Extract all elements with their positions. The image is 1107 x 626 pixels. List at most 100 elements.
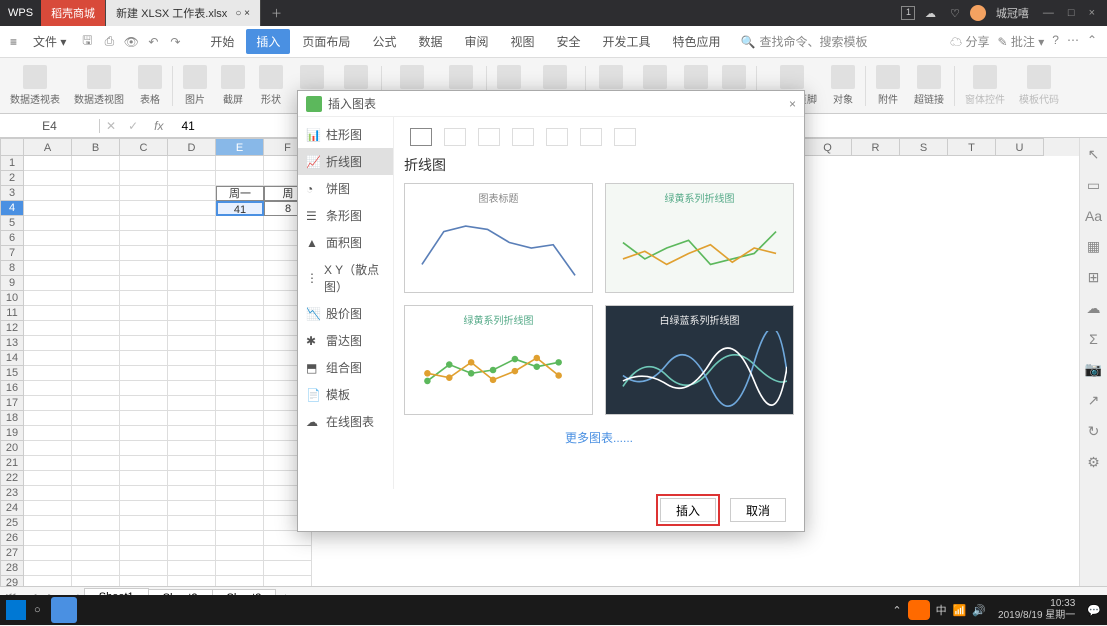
col-header-a[interactable]: A: [24, 138, 72, 156]
share-button[interactable]: ☁ 分享: [950, 33, 989, 50]
col-header-e[interactable]: E: [216, 138, 264, 156]
table-icon[interactable]: ▦: [1087, 238, 1100, 255]
tab-insert[interactable]: 插入: [246, 29, 290, 54]
notification-badge[interactable]: 1: [901, 6, 915, 20]
subtype-2[interactable]: [444, 128, 466, 146]
type-combo[interactable]: ⬒组合图: [298, 354, 393, 381]
add-tab-button[interactable]: ＋: [261, 5, 292, 21]
tab-page-layout[interactable]: 页面布局: [292, 29, 360, 54]
tab-view[interactable]: 视图: [500, 29, 544, 54]
tray-network-icon[interactable]: 📶: [953, 604, 967, 617]
col-header-q[interactable]: Q: [804, 138, 852, 156]
insert-button[interactable]: 插入: [660, 498, 716, 522]
more-icon[interactable]: ⋯: [1067, 33, 1079, 50]
type-scatter[interactable]: ⋮X Y（散点图）: [298, 256, 393, 300]
ribbon-shapes[interactable]: 形状: [253, 60, 289, 112]
ribbon-object[interactable]: 对象: [825, 60, 861, 112]
avatar[interactable]: [970, 5, 986, 21]
type-column[interactable]: 📊柱形图: [298, 121, 393, 148]
col-header-r[interactable]: R: [852, 138, 900, 156]
subtype-1[interactable]: [410, 128, 432, 146]
subtype-5[interactable]: [546, 128, 568, 146]
skin-icon[interactable]: ♡: [946, 7, 964, 20]
subtype-4[interactable]: [512, 128, 534, 146]
wps-taskbar-app[interactable]: [51, 597, 77, 623]
cancel-button[interactable]: 取消: [730, 498, 786, 522]
tray-icon[interactable]: 中: [936, 602, 947, 618]
type-pie[interactable]: ◔饼图: [298, 175, 393, 202]
help-icon[interactable]: ?: [1052, 33, 1059, 50]
ribbon-table[interactable]: 表格: [132, 60, 168, 112]
tab-review[interactable]: 审阅: [454, 29, 498, 54]
select-all-corner[interactable]: [0, 138, 24, 156]
settings-icon[interactable]: ⚙: [1087, 454, 1100, 471]
col-header-s[interactable]: S: [900, 138, 948, 156]
redo-icon[interactable]: ↷: [166, 33, 184, 51]
tab-document[interactable]: 新建 XLSX 工作表.xlsx ○ ×: [106, 0, 261, 26]
cloud-icon[interactable]: ☁: [921, 7, 940, 20]
sogou-ime-icon[interactable]: [908, 600, 930, 620]
clock[interactable]: 10:332019/8/19 星期一: [992, 598, 1081, 622]
col-header-c[interactable]: C: [120, 138, 168, 156]
ribbon-pivot-chart[interactable]: 数据透视图: [68, 60, 130, 112]
sum-icon[interactable]: Σ: [1089, 331, 1098, 347]
col-header-b[interactable]: B: [72, 138, 120, 156]
chart-thumb-2[interactable]: 绿黄系列折线图: [605, 183, 794, 293]
cell-e4[interactable]: 41: [216, 201, 264, 216]
type-line[interactable]: 📈折线图: [298, 148, 393, 175]
cloud-icon[interactable]: ☁: [1087, 300, 1101, 317]
dialog-close-button[interactable]: ×: [789, 97, 796, 111]
type-area[interactable]: ▲面积图: [298, 229, 393, 256]
chart-thumb-4[interactable]: 白绿蓝系列折线图: [605, 305, 794, 415]
fx-icon[interactable]: fx: [144, 119, 173, 133]
cell-reference[interactable]: E4: [0, 119, 100, 133]
type-radar[interactable]: ✱雷达图: [298, 327, 393, 354]
export-icon[interactable]: ↗: [1088, 392, 1100, 409]
subtype-3[interactable]: [478, 128, 500, 146]
type-bar[interactable]: ☰条形图: [298, 202, 393, 229]
notifications-icon[interactable]: 💬: [1087, 604, 1101, 617]
type-stock[interactable]: 📉股价图: [298, 300, 393, 327]
ribbon-screenshot[interactable]: 截屏: [215, 60, 251, 112]
window-close[interactable]: ×: [1085, 7, 1099, 19]
tray-volume-icon[interactable]: 🔊: [972, 604, 986, 617]
tab-docer[interactable]: 稻壳商城: [41, 0, 106, 26]
refresh-icon[interactable]: ↻: [1088, 423, 1100, 440]
search-box[interactable]: 🔍 查找命令、搜索模板: [741, 33, 868, 50]
col-header-u[interactable]: U: [996, 138, 1044, 156]
annotate-button[interactable]: ✎ 批注 ▾: [997, 33, 1044, 50]
more-charts-link[interactable]: 更多图表......: [404, 429, 794, 446]
tab-special[interactable]: 特色应用: [663, 29, 731, 54]
grid-icon[interactable]: ⊞: [1088, 269, 1100, 286]
tray-up-icon[interactable]: ⌃: [892, 604, 901, 617]
type-online[interactable]: ☁在线图表: [298, 408, 393, 435]
type-template[interactable]: 📄模板: [298, 381, 393, 408]
tab-developer[interactable]: 开发工具: [593, 29, 661, 54]
subtype-6[interactable]: [580, 128, 602, 146]
style-icon[interactable]: Aa: [1085, 208, 1102, 224]
chart-thumb-3[interactable]: 绿黄系列折线图: [404, 305, 593, 415]
formula-input[interactable]: 41: [173, 119, 202, 133]
save-icon[interactable]: 🖫: [78, 33, 96, 51]
col-header-d[interactable]: D: [168, 138, 216, 156]
tab-start[interactable]: 开始: [200, 29, 244, 54]
cell-e3[interactable]: 周一: [216, 186, 264, 201]
task-search-icon[interactable]: ○: [34, 604, 41, 616]
fx-cancel-icon[interactable]: ✕: [100, 119, 122, 133]
window-maximize[interactable]: □: [1064, 7, 1079, 19]
tab-data[interactable]: 数据: [408, 29, 452, 54]
ribbon-attachment[interactable]: 附件: [870, 60, 906, 112]
ribbon-picture[interactable]: 图片: [177, 60, 213, 112]
tab-security[interactable]: 安全: [547, 29, 591, 54]
file-menu[interactable]: 文件 ▾: [27, 33, 72, 50]
fx-confirm-icon[interactable]: ✓: [122, 119, 144, 133]
chart-thumb-1[interactable]: 图表标题: [404, 183, 593, 293]
window-minimize[interactable]: —: [1039, 7, 1058, 19]
ribbon-pivot-table[interactable]: 数据透视表: [4, 60, 66, 112]
print-icon[interactable]: ⎙: [100, 33, 118, 51]
camera-icon[interactable]: 📷: [1085, 361, 1102, 378]
hamburger-icon[interactable]: ≡: [0, 35, 27, 49]
subtype-7[interactable]: [614, 128, 636, 146]
select-icon[interactable]: ▭: [1087, 177, 1100, 194]
cursor-icon[interactable]: ↖: [1088, 146, 1100, 163]
